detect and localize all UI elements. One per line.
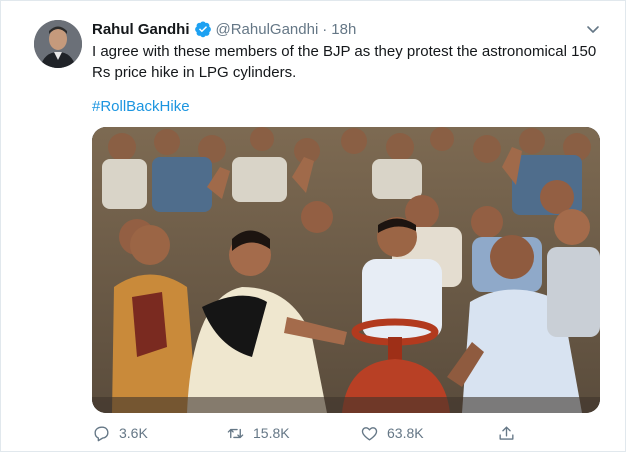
- tweet-timestamp[interactable]: 18h: [331, 21, 356, 38]
- tweet-actions: 3.6K 15.8K 63.8K: [92, 421, 522, 445]
- retweet-icon: [227, 428, 244, 438]
- tweet-card[interactable]: Rahul Gandhi @RahulGandhi · 18h I agree …: [0, 0, 626, 452]
- tweet-media-photo[interactable]: [92, 127, 600, 413]
- like-button[interactable]: 63.8K: [360, 421, 424, 445]
- chevron-down-icon[interactable]: [585, 21, 601, 37]
- author-name[interactable]: Rahul Gandhi: [92, 21, 190, 38]
- verified-badge-icon: [194, 20, 212, 38]
- share-button[interactable]: [497, 421, 524, 445]
- heart-icon: [361, 426, 378, 441]
- like-count: 63.8K: [387, 425, 424, 441]
- protest-photo: [92, 127, 600, 413]
- reply-icon: [94, 425, 109, 441]
- reply-count: 3.6K: [119, 425, 148, 441]
- tweet-header: Rahul Gandhi @RahulGandhi · 18h: [92, 19, 356, 39]
- avatar-image: [34, 20, 82, 68]
- reply-button[interactable]: 3.6K: [92, 421, 148, 445]
- hashtag-link[interactable]: #RollBackHike: [92, 97, 190, 117]
- author-handle[interactable]: @RahulGandhi: [216, 21, 319, 38]
- retweet-button[interactable]: 15.8K: [226, 421, 290, 445]
- separator-dot: ·: [322, 20, 328, 38]
- retweet-count: 15.8K: [253, 425, 290, 441]
- share-icon: [499, 425, 514, 440]
- tweet-text: I agree with these members of the BJP as…: [92, 43, 597, 81]
- avatar[interactable]: [34, 20, 82, 68]
